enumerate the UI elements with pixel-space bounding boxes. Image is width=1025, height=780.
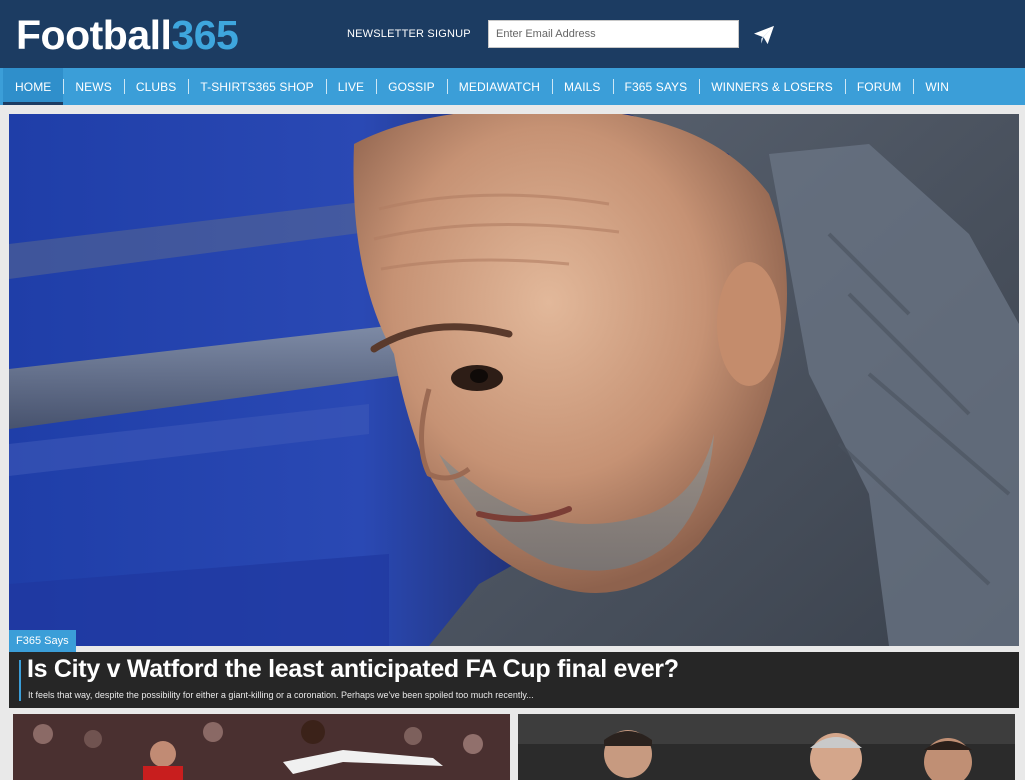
hero-caption: Is City v Watford the least anticipated … [9,652,1019,708]
nav-item-live[interactable]: LIVE [325,68,376,105]
newsletter-send-button[interactable] [750,22,778,48]
nav-item-gossip[interactable]: GOSSIP [376,68,447,105]
logo-text-365: 365 [171,12,239,58]
story-card-2-image [518,714,1015,780]
hero-image[interactable] [9,114,1019,646]
nav-item-forum[interactable]: FORUM [844,68,914,105]
paper-plane-icon [754,25,774,45]
nav-item-mails[interactable]: MAILS [552,68,613,105]
nav-item-winners-losers[interactable]: WINNERS & LOSERS [699,68,845,105]
logo-text-football: Football [16,12,172,58]
story-card-2[interactable] [518,714,1015,780]
hero-headline[interactable]: Is City v Watford the least anticipated … [27,655,679,684]
category-tag[interactable]: F365 Says [9,630,76,652]
site-logo[interactable]: Football365 [16,12,239,58]
nav-item-home[interactable]: HOME [3,68,64,105]
main-nav: HOME NEWS CLUBS T-SHIRTS365 SHOP LIVE GO… [0,68,1025,105]
nav-item-tshirts-shop[interactable]: T-SHIRTS365 SHOP [188,68,325,105]
newsletter-email-input[interactable] [488,20,739,48]
hero-standfirst: It feels that way, despite the possibili… [28,690,534,700]
hero-photo-illustration [9,114,1019,646]
story-card-1-image [13,714,510,780]
story-card-1[interactable] [13,714,510,780]
site-header: Football365 NEWSLETTER SIGNUP [0,0,1025,68]
nav-item-f365-says[interactable]: F365 SAYS [612,68,700,105]
caption-accent-bar [19,660,21,701]
nav-item-mediawatch[interactable]: MEDIAWATCH [446,68,552,105]
nav-item-news[interactable]: NEWS [63,68,123,105]
nav-item-win[interactable]: WIN [913,68,961,105]
nav-item-clubs[interactable]: CLUBS [123,68,189,105]
newsletter-label: NEWSLETTER SIGNUP [347,28,471,40]
